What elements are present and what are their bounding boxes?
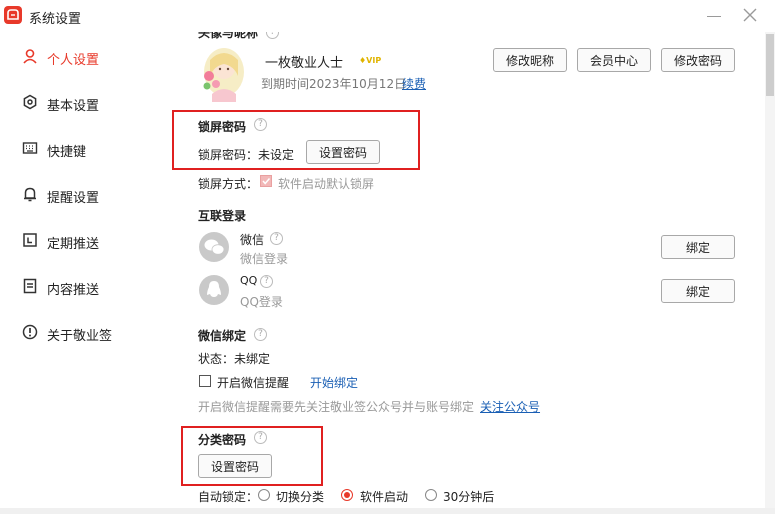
wechat-bind-note: 开启微信提醒需要先关注敬业签公众号并与账号绑定 (198, 400, 475, 414)
user-icon (23, 49, 37, 64)
help-icon[interactable]: ? (254, 328, 267, 341)
auto-lock-option-label: 切换分类 (276, 490, 325, 504)
auto-lock-option-label: 30分钟后 (443, 490, 495, 504)
close-button[interactable] (738, 4, 762, 28)
set-category-password-button[interactable]: 设置密码 (198, 454, 272, 478)
sidebar-item-label: 内容推送 (47, 283, 100, 298)
sidebar-item-shortcuts[interactable]: 快捷键 (0, 125, 148, 171)
sidebar-item-about[interactable]: 关于敬业签 (0, 309, 148, 355)
wechat-reminder-checkbox[interactable] (199, 375, 211, 387)
sidebar-item-content-push[interactable]: 内容推送 (0, 263, 148, 309)
help-icon[interactable]: ? (260, 275, 273, 288)
sidebar: 个人设置 基本设置 快捷键 提醒设置 定期推送 内容推送 关于敬业签 (0, 32, 148, 514)
lock-on-start-label: 软件启动默认锁屏 (278, 177, 375, 191)
info-icon (22, 324, 38, 340)
auto-lock-radio-startup[interactable] (341, 489, 353, 501)
avatar-image (203, 48, 244, 102)
qq-avatar (199, 275, 229, 305)
qq-name: QQ (240, 274, 258, 287)
sidebar-item-personal[interactable]: 个人设置 (0, 33, 148, 79)
wechat-reminder-label: 开启微信提醒 (217, 376, 290, 390)
auto-lock-label: 自动锁定： (198, 490, 259, 504)
bell-icon (24, 187, 36, 202)
qq-sub: QQ登录 (240, 295, 283, 309)
app-logo-icon (4, 6, 22, 24)
follow-account-link[interactable]: 关注公众号 (480, 398, 540, 415)
edit-nickname-button[interactable]: 修改昵称 (493, 48, 567, 72)
vip-badge-label: VIP (366, 56, 382, 65)
help-icon[interactable]: ? (266, 32, 279, 39)
help-icon[interactable]: ? (270, 232, 283, 245)
sidebar-item-label: 关于敬业签 (47, 329, 113, 344)
vip-badge: ♦VIP (359, 56, 382, 65)
close-icon (743, 8, 757, 22)
scrollbar[interactable] (765, 32, 775, 514)
sidebar-item-label: 个人设置 (47, 53, 100, 68)
document-icon (23, 278, 37, 294)
keyboard-icon (22, 142, 38, 154)
sidebar-item-basic[interactable]: 基本设置 (0, 79, 148, 125)
sidebar-item-reminder[interactable]: 提醒设置 (0, 171, 148, 217)
bind-qq-button[interactable]: 绑定 (661, 279, 735, 303)
help-icon[interactable]: ? (254, 118, 267, 131)
sidebar-item-label: 基本设置 (47, 99, 100, 114)
auto-lock-radio-30min[interactable] (425, 489, 437, 501)
connected-login-section-title: 互联登录 (198, 209, 247, 223)
window-title: 系统设置 (29, 12, 82, 27)
lock-on-start-checkbox[interactable] (260, 175, 272, 187)
sidebar-item-scheduled-push[interactable]: 定期推送 (0, 217, 148, 263)
wechat-avatar (199, 232, 229, 262)
sidebar-item-label: 提醒设置 (47, 191, 100, 206)
wechat-sub: 微信登录 (240, 252, 289, 266)
profile-section-title: 头像与昵称 (198, 32, 259, 40)
wechat-name: 微信 (240, 233, 265, 247)
minimize-button[interactable] (702, 4, 726, 28)
sidebar-item-label: 定期推送 (47, 237, 100, 252)
checkmark-icon (262, 178, 271, 185)
category-password-section-title: 分类密码 (198, 433, 247, 447)
wechat-bind-section-title: 微信绑定 (198, 329, 247, 343)
scrollbar-thumb[interactable] (766, 34, 774, 96)
sidebar-item-label: 快捷键 (47, 145, 87, 160)
avatar[interactable] (198, 46, 246, 102)
lock-password-section-title: 锁屏密码 (198, 120, 247, 134)
settings-panel: 头像与昵称 ? 一枚敬业人士 ♦VIP 到期时间2023年10月12日 续费 修… (148, 32, 765, 514)
lock-password-status: 锁屏密码：未设定 (198, 148, 295, 162)
member-center-button[interactable]: 会员中心 (577, 48, 651, 72)
title-bar: 系统设置 (0, 0, 775, 32)
edit-password-button[interactable]: 修改密码 (661, 48, 735, 72)
gear-icon (23, 94, 37, 110)
help-icon[interactable]: ? (254, 431, 267, 444)
auto-lock-option-label: 软件启动 (360, 490, 409, 504)
bind-wechat-button[interactable]: 绑定 (661, 235, 735, 259)
lock-mode-label: 锁屏方式： (198, 177, 259, 191)
calendar-icon (23, 233, 37, 247)
bottom-edge (0, 508, 775, 514)
start-binding-link[interactable]: 开始绑定 (310, 374, 358, 391)
expire-date: 到期时间2023年10月12日 (261, 77, 407, 91)
renew-link[interactable]: 续费 (402, 75, 426, 92)
nickname: 一枚敬业人士 (265, 56, 344, 71)
set-lock-password-button[interactable]: 设置密码 (306, 140, 380, 164)
wechat-bind-status: 状态：未绑定 (198, 352, 271, 366)
qq-icon (207, 281, 221, 297)
wechat-icon (204, 239, 225, 255)
auto-lock-radio-switch[interactable] (258, 489, 270, 501)
